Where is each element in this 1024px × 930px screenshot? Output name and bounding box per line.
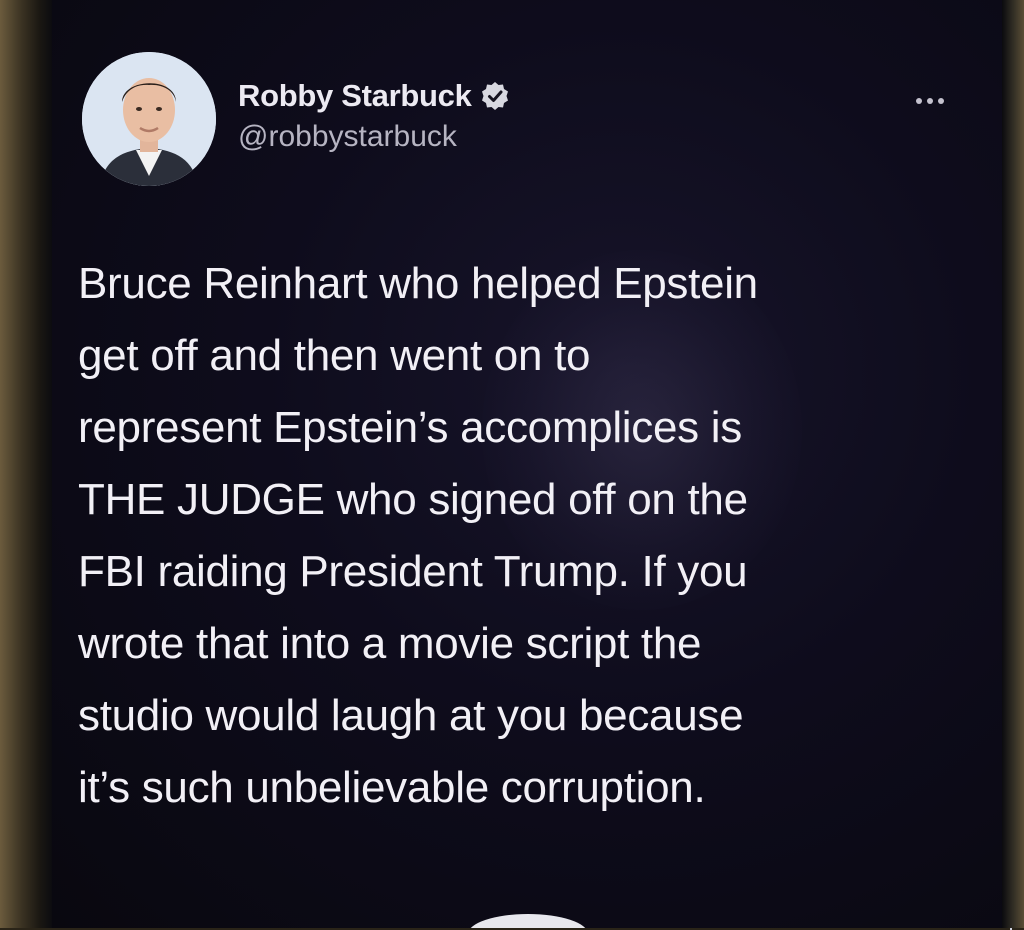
phone-frame: Robby Starbuck @robbystarbuck Bruce Rein… [0, 0, 1024, 930]
compose-button-edge[interactable] [468, 914, 588, 928]
handle[interactable]: @robbystarbuck [238, 120, 510, 154]
display-name[interactable]: Robby Starbuck [238, 78, 472, 114]
more-options-icon [938, 98, 944, 104]
tweet-screen: Robby Starbuck @robbystarbuck Bruce Rein… [52, 0, 1002, 928]
more-options-icon [916, 98, 922, 104]
avatar[interactable] [82, 52, 216, 186]
profile-photo [82, 52, 216, 186]
author-info: Robby Starbuck @robbystarbuck [238, 78, 510, 154]
phone-bezel-right [1002, 0, 1024, 928]
verified-badge-icon [481, 82, 508, 110]
more-options-icon [927, 98, 933, 104]
display-name-row: Robby Starbuck [238, 78, 510, 114]
tweet-text: Bruce Reinhart who helped Epstein get of… [78, 259, 758, 812]
more-options-button[interactable] [906, 86, 954, 116]
